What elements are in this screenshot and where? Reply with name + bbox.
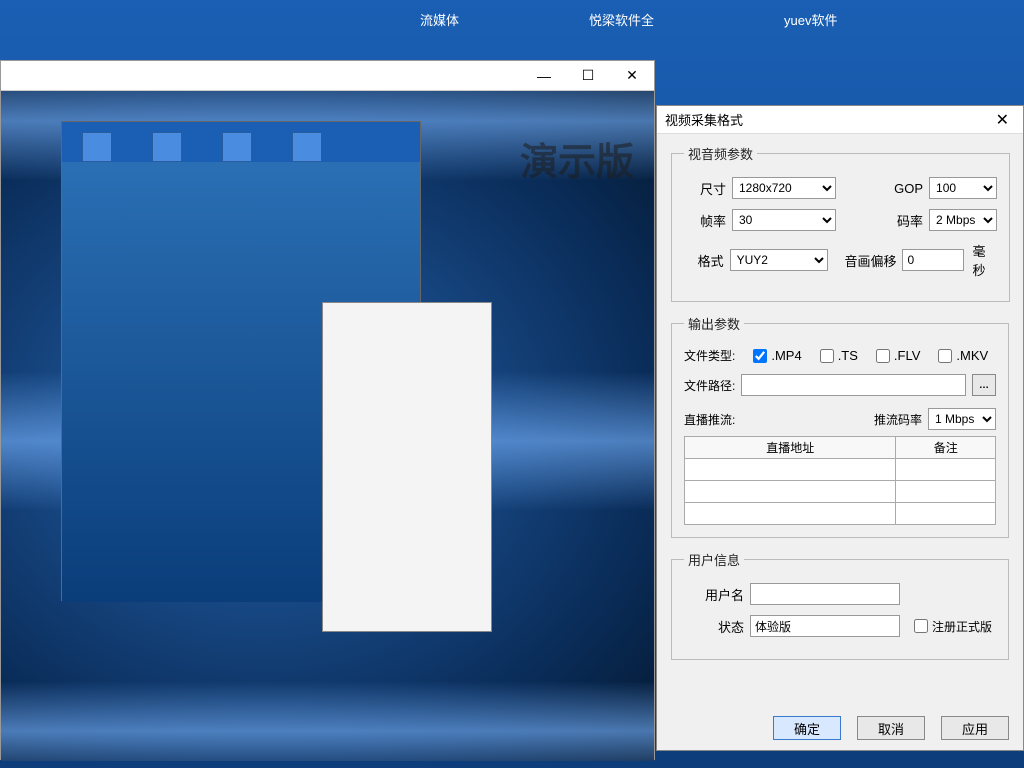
output-params-legend: 输出参数 <box>684 314 744 333</box>
format-select[interactable]: YUY2 <box>730 249 828 271</box>
maximize-button[interactable]: ☐ <box>566 62 610 90</box>
dialog-body: 视音频参数 尺寸 1280x720 GOP 100 帧率 30 码率 <box>657 134 1023 706</box>
av-offset-unit: 毫秒 <box>972 241 997 279</box>
nested-icon <box>152 132 182 162</box>
av-offset-label: 音画偏移 <box>840 251 897 270</box>
preview-window: — ☐ ✕ 演示版 <box>0 60 655 760</box>
nested-icon <box>222 132 252 162</box>
nested-dialog <box>322 302 492 632</box>
av-offset-input[interactable] <box>902 249 964 271</box>
video-capture-format-dialog: 视频采集格式 ✕ 视音频参数 尺寸 1280x720 GOP 100 帧率 30 <box>656 105 1024 751</box>
gop-label: GOP <box>881 181 923 196</box>
fps-label: 帧率 <box>684 211 726 230</box>
gop-select[interactable]: 100 <box>929 177 997 199</box>
file-type-label: 文件类型: <box>684 347 735 364</box>
apply-button[interactable]: 应用 <box>941 716 1009 740</box>
table-row[interactable] <box>685 503 996 525</box>
file-path-input[interactable] <box>741 374 966 396</box>
stream-label: 直播推流: <box>684 411 735 428</box>
av-params-group: 视音频参数 尺寸 1280x720 GOP 100 帧率 30 码率 <box>671 144 1010 302</box>
cancel-button[interactable]: 取消 <box>857 716 925 740</box>
desktop-icons-row: 流媒体 悦梁软件全 yuev软件 <box>0 10 1024 50</box>
nested-preview-inner <box>62 162 420 602</box>
fps-select[interactable]: 30 <box>732 209 836 231</box>
stream-bitrate-label: 推流码率 <box>874 411 922 428</box>
stream-table: 直播地址 备注 <box>684 436 996 525</box>
decorative-band <box>1 681 654 761</box>
dialog-buttons: 确定 取消 应用 <box>657 706 1023 750</box>
filetype-ts[interactable]: .TS <box>820 348 858 363</box>
register-checkbox[interactable] <box>914 619 928 633</box>
size-label: 尺寸 <box>684 179 726 198</box>
browse-button[interactable]: … <box>972 374 996 396</box>
table-row[interactable] <box>685 481 996 503</box>
mp4-checkbox[interactable] <box>753 349 767 363</box>
stream-table-header-note: 备注 <box>896 437 996 459</box>
minimize-button[interactable]: — <box>522 62 566 90</box>
filetype-mkv[interactable]: .MKV <box>938 348 988 363</box>
desktop-icon[interactable]: 悦梁软件全 <box>589 10 654 50</box>
user-info-group: 用户信息 用户名 状态 注册正式版 <box>671 550 1009 660</box>
bitrate-select[interactable]: 2 Mbps <box>929 209 997 231</box>
status-input[interactable] <box>750 615 900 637</box>
ok-button[interactable]: 确定 <box>773 716 841 740</box>
user-info-legend: 用户信息 <box>684 550 744 569</box>
filetype-flv[interactable]: .FLV <box>876 348 921 363</box>
ts-checkbox[interactable] <box>820 349 834 363</box>
stream-bitrate-select[interactable]: 1 Mbps <box>928 408 996 430</box>
nested-preview-window <box>61 121 421 601</box>
preview-canvas: 演示版 <box>1 91 654 761</box>
register-checkbox-label[interactable]: 注册正式版 <box>914 618 992 635</box>
status-label: 状态 <box>684 617 744 636</box>
preview-window-titlebar: — ☐ ✕ <box>1 61 654 91</box>
desktop-icon[interactable]: yuev软件 <box>784 10 837 50</box>
watermark-text: 演示版 <box>520 131 634 186</box>
username-input[interactable] <box>750 583 900 605</box>
close-button[interactable]: ✕ <box>610 62 654 90</box>
mkv-checkbox[interactable] <box>938 349 952 363</box>
nested-icon <box>292 132 322 162</box>
table-row[interactable] <box>685 459 996 481</box>
bitrate-label: 码率 <box>881 211 923 230</box>
desktop-icon[interactable]: 流媒体 <box>420 10 459 50</box>
file-path-label: 文件路径: <box>684 377 735 394</box>
dialog-title: 视频采集格式 <box>665 110 743 129</box>
filetype-mp4[interactable]: .MP4 <box>753 348 801 363</box>
flv-checkbox[interactable] <box>876 349 890 363</box>
dialog-titlebar: 视频采集格式 ✕ <box>657 106 1023 134</box>
format-label: 格式 <box>684 251 724 270</box>
username-label: 用户名 <box>684 585 744 604</box>
output-params-group: 输出参数 文件类型: .MP4 .TS .FLV .MKV 文件路径: … 直播… <box>671 314 1009 538</box>
stream-table-header-url: 直播地址 <box>685 437 896 459</box>
close-icon[interactable]: ✕ <box>990 108 1015 132</box>
size-select[interactable]: 1280x720 <box>732 177 836 199</box>
av-params-legend: 视音频参数 <box>684 144 757 163</box>
nested-icon <box>82 132 112 162</box>
